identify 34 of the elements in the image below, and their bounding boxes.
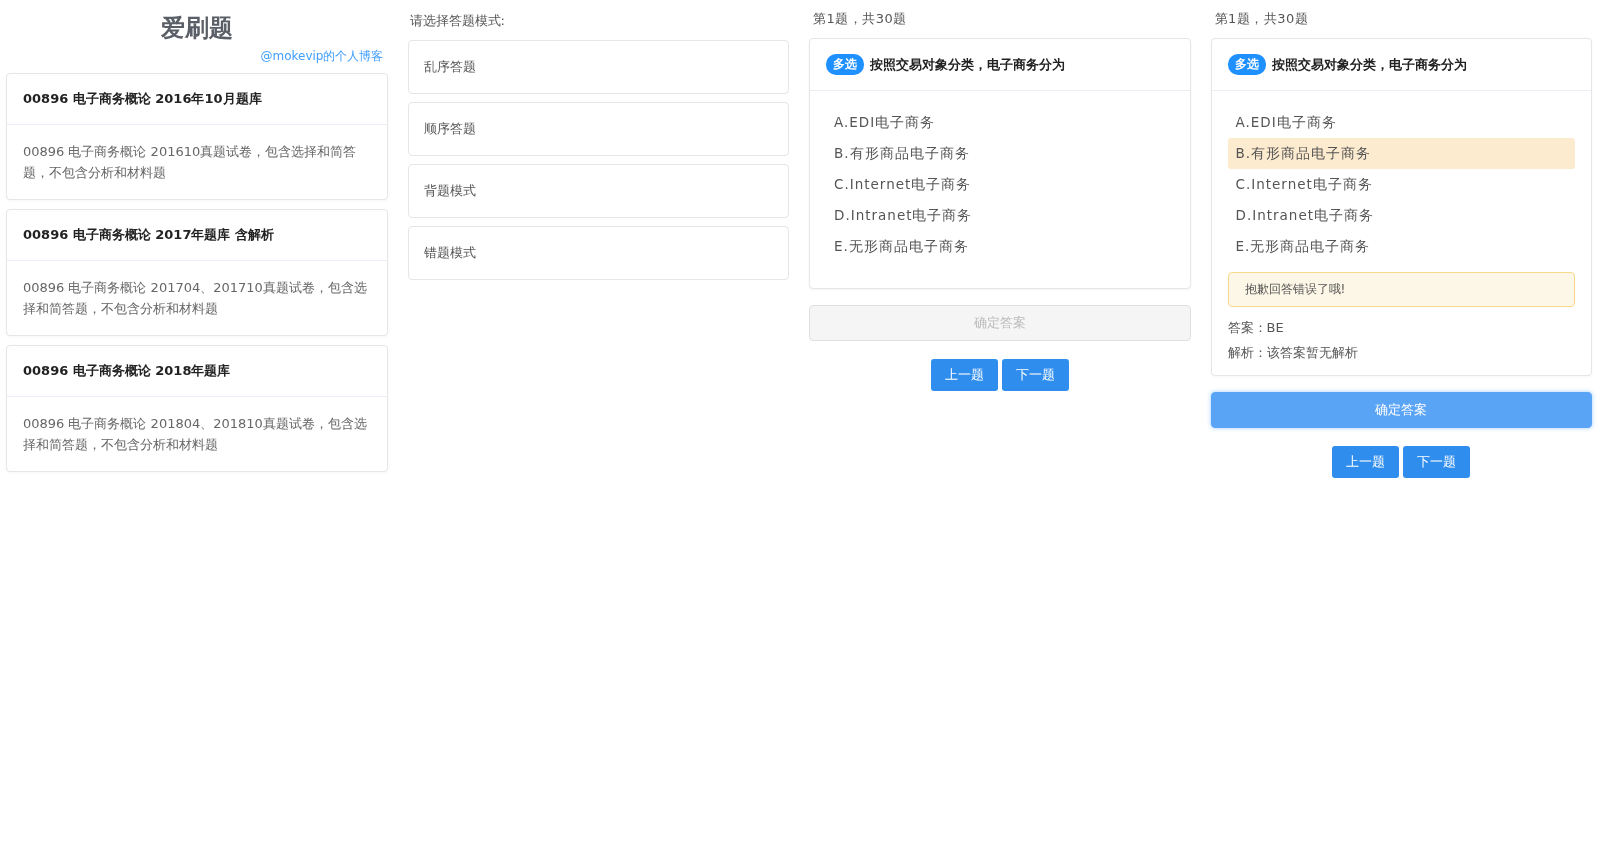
correct-answer: 答案：BE (1227, 319, 1285, 337)
question-bank-card[interactable]: 00896 电子商务概论 2016年10月题库 00896 电子商务概论 201610真题试卷，包含选择和简答题，不包含分析和材料题 (6, 73, 388, 200)
answer-analysis: 解析：该答案暂无解析 (1227, 344, 1359, 362)
answer-option[interactable]: E.无形商品电子商务 (826, 231, 1174, 262)
question-text: 按照交易对象分类，电子商务分为 (870, 55, 1065, 74)
mode-option[interactable]: 错题模式 (407, 226, 789, 280)
bank-description: 00896 电子商务概论 201610真题试卷，包含选择和简答题，不包含分析和材料题 (22, 143, 358, 182)
mode-prompt: 请选择答题模式: (409, 12, 506, 30)
bank-title: 00896 电子商务概论 2017年题库 含解析 (7, 210, 387, 261)
question-type-tag: 多选 (826, 54, 864, 75)
question-counter: 第1题，共30题 (813, 10, 908, 28)
answer-option[interactable]: C.Internet电子商务 (1227, 169, 1575, 200)
bank-description: 00896 电子商务概论 201804、201810真题试卷，包含选择和简答题，不包含分析和材料题 (22, 415, 368, 454)
answer-option[interactable]: E.无形商品电子商务 (1227, 231, 1575, 262)
bank-title: 00896 电子商务概论 2018年题库 (7, 346, 387, 397)
mode-option[interactable]: 乱序答题 (407, 40, 789, 94)
feedback-message: 抱歉回答错误了哦! (1227, 272, 1575, 307)
answer-option[interactable]: B.有形商品电子商务 (1227, 138, 1575, 169)
answer-option[interactable]: C.Internet电子商务 (826, 169, 1174, 200)
question-type-tag: 多选 (1227, 54, 1266, 75)
bank-description: 00896 电子商务概论 201704、201710真题试卷，包含选择和简答题，不包含分析和材料题 (22, 279, 368, 318)
question-bank-card[interactable]: 00896 电子商务概论 2017年题库 含解析 00896 电子商务概论 201704、201710真题试卷，包含选择和简答题，不包含分析和材料题 (6, 209, 388, 336)
bank-title: 00896 电子商务概论 2016年10月题库 (7, 74, 387, 125)
mode-option[interactable]: 背题模式 (407, 164, 789, 218)
question-bank-card[interactable]: 00896 电子商务概论 2018年题库 00896 电子商务概论 201804、201810真题试卷，包含选择和简答题，不包含分析和材料题 (6, 345, 388, 472)
app-title: 爱刷题 (159, 13, 234, 44)
answer-option[interactable]: D.Intranet电子商务 (1227, 200, 1575, 231)
question-text: 按照交易对象分类，电子商务分为 (1271, 55, 1467, 74)
question-counter: 第1题，共30题 (1214, 10, 1310, 28)
answer-option[interactable]: A.EDI电子商务 (826, 107, 1174, 138)
answer-option[interactable]: B.有形商品电子商务 (826, 138, 1174, 169)
answer-option[interactable]: A.EDI电子商务 (1227, 107, 1575, 138)
mode-option[interactable]: 顺序答题 (407, 102, 789, 156)
answer-option[interactable]: D.Intranet电子商务 (826, 200, 1174, 231)
